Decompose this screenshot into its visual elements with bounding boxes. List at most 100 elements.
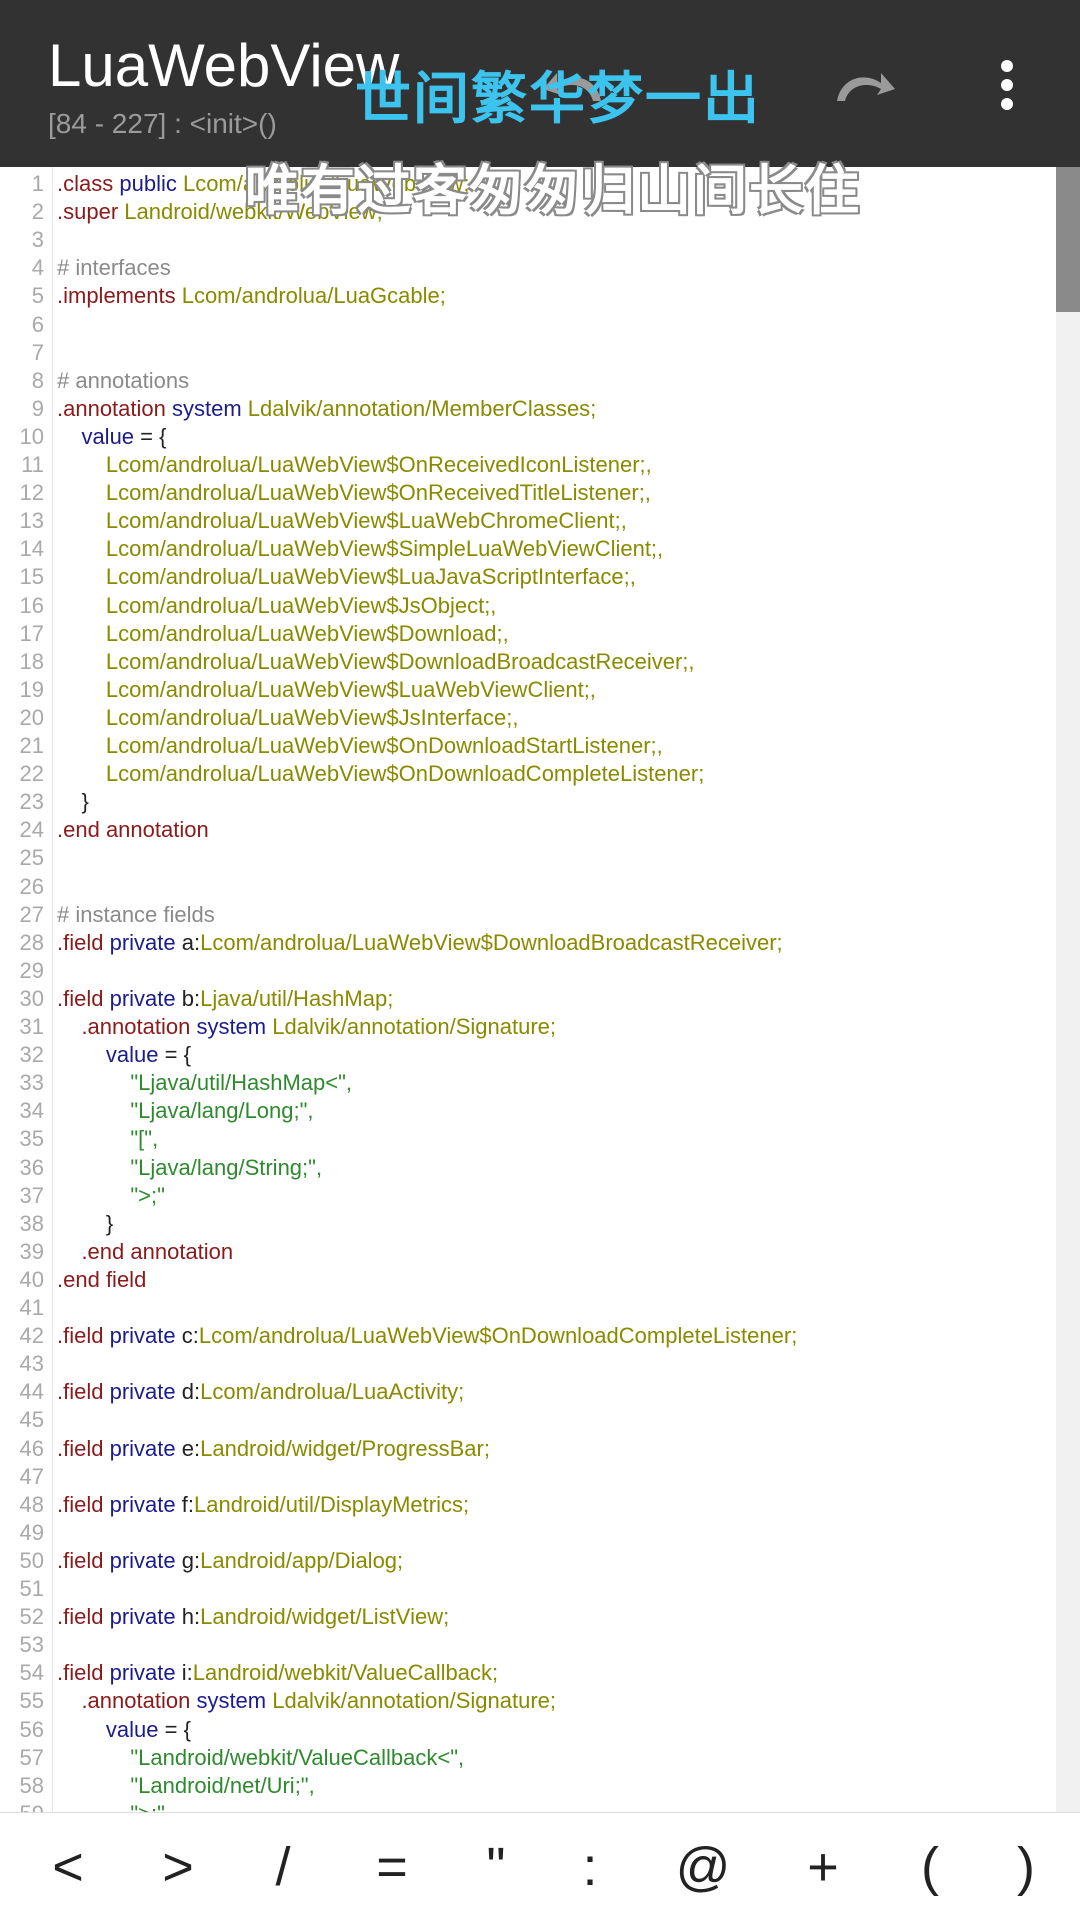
code-line[interactable]: 44 .field private d:Lcom/androlua/LuaActi… — [0, 1378, 1056, 1406]
code-line[interactable]: 36 "Ljava/lang/String;", — [0, 1154, 1056, 1182]
code-line[interactable]: 5 .implements Lcom/androlua/LuaGcable; — [0, 282, 1056, 310]
code-line[interactable]: 43 — [0, 1350, 1056, 1378]
code-token: "Ljava/util/HashMap<", — [57, 1070, 353, 1096]
code-line[interactable]: 26 — [0, 873, 1056, 901]
code-token: annotation — [124, 1238, 234, 1264]
code-token: annotation — [99, 817, 209, 843]
code-token: .implements — [57, 283, 176, 309]
code-line[interactable]: 51 — [0, 1575, 1056, 1603]
line-number: 10 — [19, 423, 44, 449]
code-line[interactable]: 3 — [0, 226, 1056, 254]
code-line[interactable]: 34 "Ljava/lang/Long;", — [0, 1097, 1056, 1125]
symbol-key[interactable]: : — [537, 1813, 643, 1921]
code-line[interactable]: 38 } — [0, 1210, 1056, 1238]
line-number: 42 — [19, 1323, 44, 1349]
code-line[interactable]: 16 Lcom/androlua/LuaWebView$JsObject;, — [0, 592, 1056, 620]
line-number: 14 — [19, 536, 44, 562]
scrollbar-thumb[interactable] — [1056, 167, 1080, 312]
code-line[interactable]: 35 "[", — [0, 1125, 1056, 1153]
code-line[interactable]: 42 .field private c:Lcom/androlua/LuaWebV… — [0, 1322, 1056, 1350]
code-text: ">;" — [57, 1800, 165, 1812]
code-line[interactable]: 37 ">;" — [0, 1182, 1056, 1210]
code-line[interactable]: 57 "Landroid/webkit/ValueCallback<", — [0, 1744, 1056, 1772]
code-line[interactable]: 30 .field private b:Ljava/util/HashMap; — [0, 985, 1056, 1013]
code-line[interactable]: 48 .field private f:Landroid/util/Display… — [0, 1491, 1056, 1519]
line-number: 56 — [19, 1716, 44, 1742]
code-line[interactable]: 19 Lcom/androlua/LuaWebView$LuaWebViewCl… — [0, 676, 1056, 704]
code-token: .annotation — [57, 395, 166, 421]
code-line[interactable]: 21 Lcom/androlua/LuaWebView$OnDownloadSt… — [0, 732, 1056, 760]
code-line[interactable]: 28 .field private a:Lcom/androlua/LuaWebV… — [0, 929, 1056, 957]
code-line[interactable]: 58 "Landroid/net/Uri;", — [0, 1772, 1056, 1800]
code-line[interactable]: 45 — [0, 1406, 1056, 1434]
code-line[interactable]: 11 Lcom/androlua/LuaWebView$OnReceivedIc… — [0, 451, 1056, 479]
code-line[interactable]: 15 Lcom/androlua/LuaWebView$LuaJavaScrip… — [0, 563, 1056, 591]
code-line[interactable]: 33 "Ljava/util/HashMap<", — [0, 1069, 1056, 1097]
code-text: .field private d:Lcom/androlua/LuaActivi… — [57, 1378, 464, 1406]
symbol-key[interactable]: ) — [973, 1813, 1079, 1921]
code-line[interactable]: 17 Lcom/androlua/LuaWebView$Download;, — [0, 620, 1056, 648]
redo-button[interactable] — [818, 40, 908, 130]
code-token: .end — [57, 817, 100, 843]
code-token: ">;" — [57, 1182, 165, 1208]
code-token: Lcom/androlua/LuaWebView$OnReceivedIconL… — [57, 452, 652, 477]
line-number: 41 — [19, 1295, 44, 1320]
code-line[interactable]: 55 .annotation system Ldalvik/annotation… — [0, 1687, 1056, 1715]
code-line[interactable]: 54 .field private i:Landroid/webkit/Value… — [0, 1659, 1056, 1687]
code-line[interactable]: 27 # instance fields — [0, 901, 1056, 929]
code-line[interactable]: 52 .field private h:Landroid/widget/ListV… — [0, 1603, 1056, 1631]
code-line[interactable]: 40 .end field — [0, 1266, 1056, 1294]
code-line[interactable]: 12 Lcom/androlua/LuaWebView$OnReceivedTi… — [0, 479, 1056, 507]
code-line[interactable]: 4 # interfaces — [0, 254, 1056, 282]
code-text: .annotation system Ldalvik/annotation/Me… — [57, 395, 596, 423]
symbol-key[interactable]: ( — [877, 1813, 983, 1921]
code-line[interactable]: 22 Lcom/androlua/LuaWebView$OnDownloadCo… — [0, 760, 1056, 788]
line-number: 51 — [19, 1576, 44, 1601]
symbol-key[interactable]: < — [15, 1813, 121, 1921]
code-text: .field private a:Lcom/androlua/LuaWebVie… — [57, 929, 783, 957]
code-line[interactable]: 24 .end annotation — [0, 816, 1056, 844]
symbol-key[interactable]: / — [230, 1813, 336, 1921]
code-line[interactable]: 9 .annotation system Ldalvik/annotation/M… — [0, 395, 1056, 423]
symbol-key[interactable]: " — [443, 1813, 549, 1921]
symbol-key[interactable]: = — [339, 1813, 445, 1921]
line-number: 9 — [31, 395, 44, 421]
code-line[interactable]: 23 } — [0, 788, 1056, 816]
code-line[interactable]: 39 .end annotation — [0, 1238, 1056, 1266]
code-editor[interactable]: 1 .class public Lcom/androlua/LuaWebView;… — [0, 167, 1056, 1812]
code-line[interactable]: 8 # annotations — [0, 367, 1056, 395]
symbol-key[interactable]: @ — [650, 1813, 756, 1921]
code-line[interactable]: 46 .field private e:Landroid/widget/Progr… — [0, 1435, 1056, 1463]
code-line[interactable]: 29 — [0, 957, 1056, 985]
code-line[interactable]: 50 .field private g:Landroid/app/Dialog; — [0, 1547, 1056, 1575]
code-line[interactable]: 32 value = { — [0, 1041, 1056, 1069]
scrollbar-track[interactable] — [1056, 167, 1080, 1812]
code-line[interactable]: 6 — [0, 311, 1056, 339]
code-line[interactable]: 31 .annotation system Ldalvik/annotation… — [0, 1013, 1056, 1041]
code-line[interactable]: 13 Lcom/androlua/LuaWebView$LuaWebChrome… — [0, 507, 1056, 535]
code-line[interactable]: 20 Lcom/androlua/LuaWebView$JsInterface;… — [0, 704, 1056, 732]
more-options-button[interactable] — [962, 40, 1052, 130]
code-line[interactable]: 25 — [0, 844, 1056, 872]
code-line[interactable]: 49 — [0, 1519, 1056, 1547]
code-token: Landroid/app/Dialog; — [200, 1547, 404, 1573]
code-line[interactable]: 47 — [0, 1463, 1056, 1491]
code-line[interactable]: 7 — [0, 339, 1056, 367]
code-line[interactable]: 10 value = { — [0, 423, 1056, 451]
code-line[interactable]: 18 Lcom/androlua/LuaWebView$DownloadBroa… — [0, 648, 1056, 676]
code-token: e: — [175, 1435, 201, 1461]
symbol-key[interactable]: > — [125, 1813, 231, 1921]
line-number: 33 — [19, 1070, 44, 1096]
code-text: .field private g:Landroid/app/Dialog; — [57, 1547, 403, 1575]
symbol-key[interactable]: + — [770, 1813, 876, 1921]
code-token: Landroid/widget/ProgressBar; — [200, 1435, 490, 1461]
code-line[interactable]: 56 value = { — [0, 1716, 1056, 1744]
code-text: .field private i:Landroid/webkit/ValueCa… — [57, 1659, 498, 1687]
code-line[interactable]: 59 ">;" — [0, 1800, 1056, 1812]
line-number: 57 — [19, 1744, 44, 1770]
code-line[interactable]: 41 — [0, 1294, 1056, 1322]
code-line[interactable]: 14 Lcom/androlua/LuaWebView$SimpleLuaWeb… — [0, 535, 1056, 563]
line-number: 13 — [19, 508, 44, 534]
code-token: .field — [57, 985, 104, 1011]
code-line[interactable]: 53 — [0, 1631, 1056, 1659]
